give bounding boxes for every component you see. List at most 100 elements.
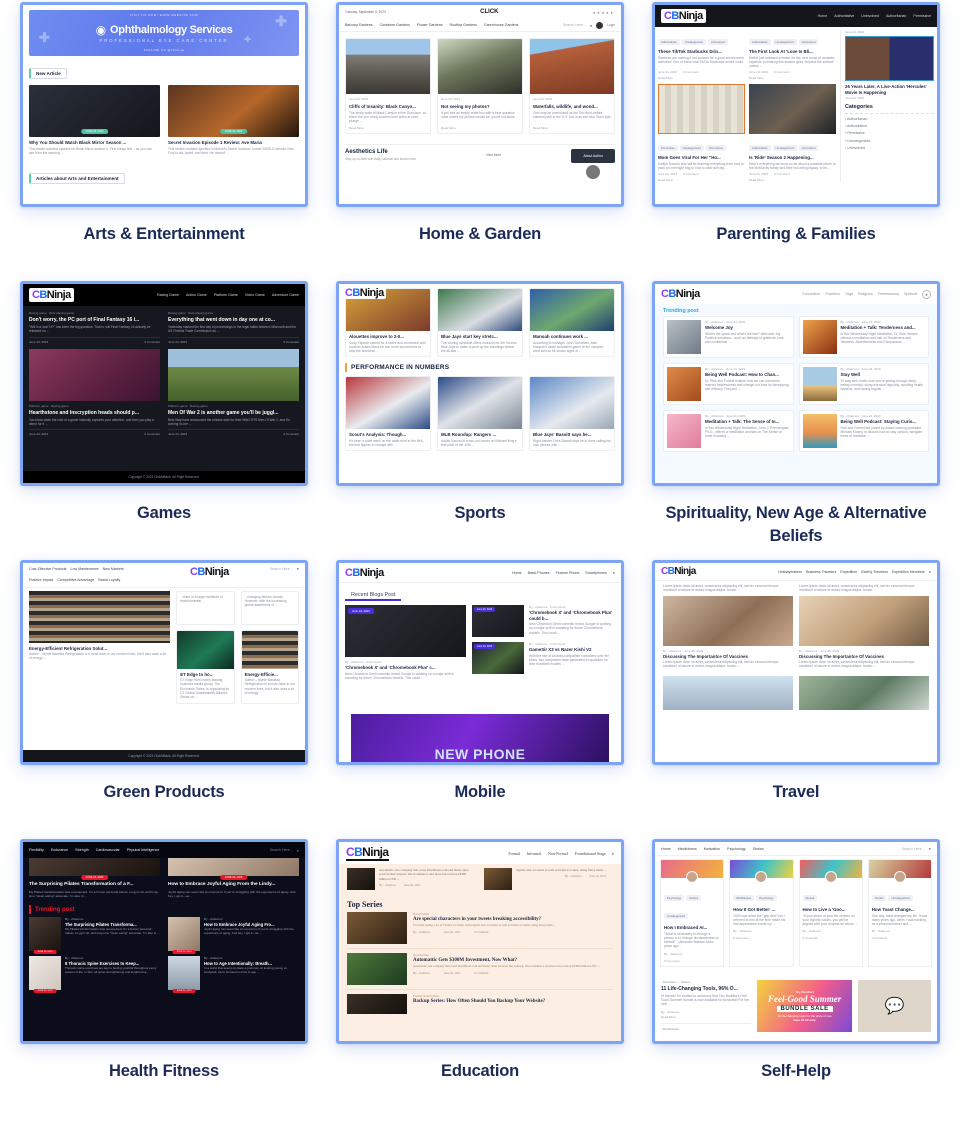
nav-menu[interactable]: Home Authoritative Uninvolved Authoritar… bbox=[818, 14, 931, 18]
nav-item[interactable]: Balcony Gardens bbox=[345, 23, 373, 27]
search-icon[interactable]: ⌕ bbox=[922, 289, 931, 299]
article-card[interactable]: JUNE 24, 2023 How to Embrace Joyful Agin… bbox=[168, 858, 299, 898]
article-card[interactable]: By - cbdemos · June 26, 2023 Discussing … bbox=[799, 595, 929, 670]
search-icon[interactable]: ⌕ bbox=[929, 569, 931, 574]
nav-item[interactable]: Low Maintenance bbox=[70, 566, 98, 573]
gallery-cell-games[interactable]: CBNinja Racing Game Action Game Platform… bbox=[6, 281, 322, 560]
nav-item[interactable]: Container Gardens bbox=[380, 23, 410, 27]
article-card[interactable]: Racing game Role playing game Don't worr… bbox=[29, 311, 160, 344]
search-input[interactable]: Search Here... bbox=[270, 848, 293, 852]
nav-item[interactable]: Informal bbox=[527, 851, 541, 856]
site-logo[interactable]: CBNinja bbox=[661, 288, 700, 300]
thumbnail-parenting-families[interactable]: CBNinja Home Authoritative Uninvolved Au… bbox=[652, 2, 940, 207]
nav-item[interactable]: Home bbox=[818, 14, 828, 18]
article-title[interactable]: Automattic Gets $300M Investment, Now Wh… bbox=[413, 957, 613, 964]
article-title[interactable]: Everything that went down in day one at … bbox=[168, 315, 299, 325]
article-title[interactable]: Scout's Analysis: Though... bbox=[346, 429, 430, 439]
article-row[interactable]: Non-Formal Automattic Gets $300M Investm… bbox=[347, 949, 613, 990]
tag-row[interactable]: Platform game Racing game bbox=[29, 401, 160, 408]
nav-item[interactable]: Competitive Advantage bbox=[57, 577, 94, 584]
article-card[interactable]: Permissive Uncategorized Uninvolved Mom Go… bbox=[658, 84, 745, 182]
category-item[interactable]: › Authoritarian bbox=[845, 116, 934, 123]
category-item[interactable]: › Authoritative bbox=[845, 123, 934, 130]
tag-pill[interactable]: Uncategorized bbox=[679, 145, 704, 152]
thumbnail-self-help[interactable]: Home Mindfulness Motivation Psychology S… bbox=[652, 839, 940, 1044]
main-nav[interactable]: Balcony Gardens Container Gardens Flower… bbox=[339, 19, 621, 32]
nav-item[interactable]: Connection bbox=[802, 292, 820, 296]
nav-item[interactable]: Greenhouse Gardens bbox=[484, 23, 519, 27]
thumbnail-sports[interactable]: CBNinja Alouettes improve to 2-0... Cody… bbox=[336, 281, 624, 486]
tag-pill[interactable]: Authoritarian bbox=[658, 39, 680, 45]
tag-pill[interactable]: Mindfulness bbox=[733, 895, 755, 901]
main-nav[interactable]: CBNinja Connection Practices Yoga Religi… bbox=[655, 284, 937, 304]
nav-item[interactable]: Motivation bbox=[704, 847, 720, 851]
article-card[interactable]: Blue Jays start key stretc... The coming… bbox=[437, 288, 523, 358]
nav-item[interactable]: Strength bbox=[75, 848, 89, 852]
thumbnail-games[interactable]: CBNinja Racing Game Action Game Platform… bbox=[20, 281, 308, 486]
main-nav[interactable]: CBNinja Home Basic Phones Feature Phone … bbox=[339, 563, 621, 583]
promo-banner[interactable]: NEW PHONE bbox=[351, 714, 609, 762]
tag-pill[interactable]: Uninvolved bbox=[798, 145, 819, 152]
gallery-cell-green-products[interactable]: Cost-Effective Products Low Maintenance … bbox=[6, 560, 322, 839]
gallery-cell-home-garden[interactable]: Tuesday, September 5, 2023 CLICK ●●●●● B… bbox=[322, 2, 638, 281]
nav-item[interactable]: Rooftop Gardens bbox=[450, 23, 477, 27]
tag-row[interactable]: Platform game Racing game bbox=[168, 401, 299, 408]
site-logo[interactable]: CBNinja bbox=[661, 566, 696, 577]
site-logo[interactable]: CBNinja bbox=[29, 288, 74, 302]
article-card[interactable]: By - cbdemos · June 24, 2023 Stay Well T… bbox=[798, 363, 929, 405]
nav-item[interactable]: Yoga bbox=[845, 292, 853, 296]
tag-pill[interactable]: Permissive bbox=[658, 145, 678, 152]
thumbnail-spirituality[interactable]: CBNinja Connection Practices Yoga Religi… bbox=[652, 281, 940, 486]
article-card[interactable]: JUNE 24, 2023 By - cbdemos 8 Thoracic Sp… bbox=[29, 956, 160, 994]
nav-item[interactable]: Permissive bbox=[913, 14, 931, 18]
about-author-button[interactable]: About Author bbox=[571, 149, 615, 164]
gallery-cell-mobile[interactable]: CBNinja Home Basic Phones Feature Phone … bbox=[322, 560, 638, 839]
article-card[interactable]: Energy-Efficie... Author – Myrtle Bautis… bbox=[240, 629, 300, 704]
read-more-link[interactable]: Read More bbox=[438, 126, 522, 133]
read-more-link[interactable]: Read More bbox=[530, 126, 614, 133]
nav-item[interactable]: Psychology bbox=[727, 847, 745, 851]
article-card[interactable]: By - cbdemos · June 24, 2023 Being Well … bbox=[798, 410, 929, 452]
category-item[interactable]: › Uninvolved bbox=[845, 145, 934, 152]
article-card[interactable]: Stories Uncategorized How Toast Change...… bbox=[867, 859, 932, 967]
read-more-link[interactable]: Read More bbox=[658, 178, 745, 182]
nav-item[interactable]: Authoritarian bbox=[886, 14, 906, 18]
article-title[interactable]: The First Look At 'Love Is Bli... bbox=[749, 48, 836, 56]
article-card[interactable]: Manoah continues work ... According to m… bbox=[529, 288, 615, 358]
gallery-cell-spirituality[interactable]: CBNinja Connection Practices Yoga Religi… bbox=[638, 281, 954, 560]
nav-item[interactable]: Positive Impact bbox=[29, 577, 53, 584]
article-title[interactable]: Welcome Joy bbox=[705, 324, 790, 332]
gallery-cell-health-fitness[interactable]: Flexibility Endurance Strength Cardiovas… bbox=[6, 839, 322, 1118]
tag-pill[interactable]: Uninvolved bbox=[705, 145, 726, 152]
featured-title[interactable]: 26 Years Later, A Live-Action 'Hercules'… bbox=[845, 81, 934, 96]
article-title[interactable]: Blue Jays' Bassitt says he... bbox=[530, 429, 614, 439]
nav-item[interactable]: Business Travelers bbox=[806, 570, 836, 574]
tag-pill[interactable]: Stories bbox=[802, 895, 818, 901]
article-title[interactable]: How It Got Better: ... bbox=[730, 904, 792, 914]
nav-item[interactable]: Physical Intelligence bbox=[127, 848, 160, 852]
article-card[interactable]: Racing game Role playing game Everything… bbox=[168, 311, 299, 344]
gallery-cell-travel[interactable]: CBNinja Holidaymakers Business Travelers… bbox=[638, 560, 954, 839]
article-title[interactable]: 'Chromebook X' and 'Chromebook Plus' cou… bbox=[529, 609, 615, 622]
site-logo[interactable]: CBNinja bbox=[661, 9, 706, 23]
search-input[interactable]: Search Here... bbox=[563, 23, 586, 27]
nav-item[interactable]: Basic Phones bbox=[528, 571, 550, 575]
search-icon[interactable]: ⌕ bbox=[613, 570, 615, 575]
article-title[interactable]: How I Embraced AI... bbox=[661, 922, 723, 932]
site-logo[interactable]: CBNinja bbox=[190, 566, 229, 578]
tag-pill[interactable]: Uncategorized bbox=[888, 895, 913, 901]
search-icon[interactable]: ⌕ bbox=[929, 846, 931, 851]
thumbnail-mobile[interactable]: CBNinja Home Basic Phones Feature Phone … bbox=[336, 560, 624, 765]
nav-item[interactable]: Racing Game bbox=[157, 293, 179, 297]
nav-item[interactable]: Home bbox=[661, 847, 671, 851]
article-title[interactable]: Meditation + Talk: The Sense of In... bbox=[705, 418, 790, 426]
nav-item[interactable]: Expedition bbox=[840, 570, 857, 574]
main-nav[interactable]: CBNinja Racing Game Action Game Platform… bbox=[23, 284, 305, 306]
nav-item[interactable]: Home bbox=[512, 571, 522, 575]
nav-item[interactable]: Cardiovascular bbox=[96, 848, 120, 852]
main-nav[interactable]: CBNinja Formal Informal Non-Formal Found… bbox=[339, 842, 621, 864]
site-logo[interactable]: CLICK bbox=[480, 9, 498, 15]
site-logo[interactable]: CBNinja bbox=[343, 287, 386, 299]
nav-item[interactable]: Holidaymakers bbox=[778, 570, 802, 574]
main-nav[interactable]: Flexibility Endurance Strength Cardiovas… bbox=[23, 842, 305, 858]
